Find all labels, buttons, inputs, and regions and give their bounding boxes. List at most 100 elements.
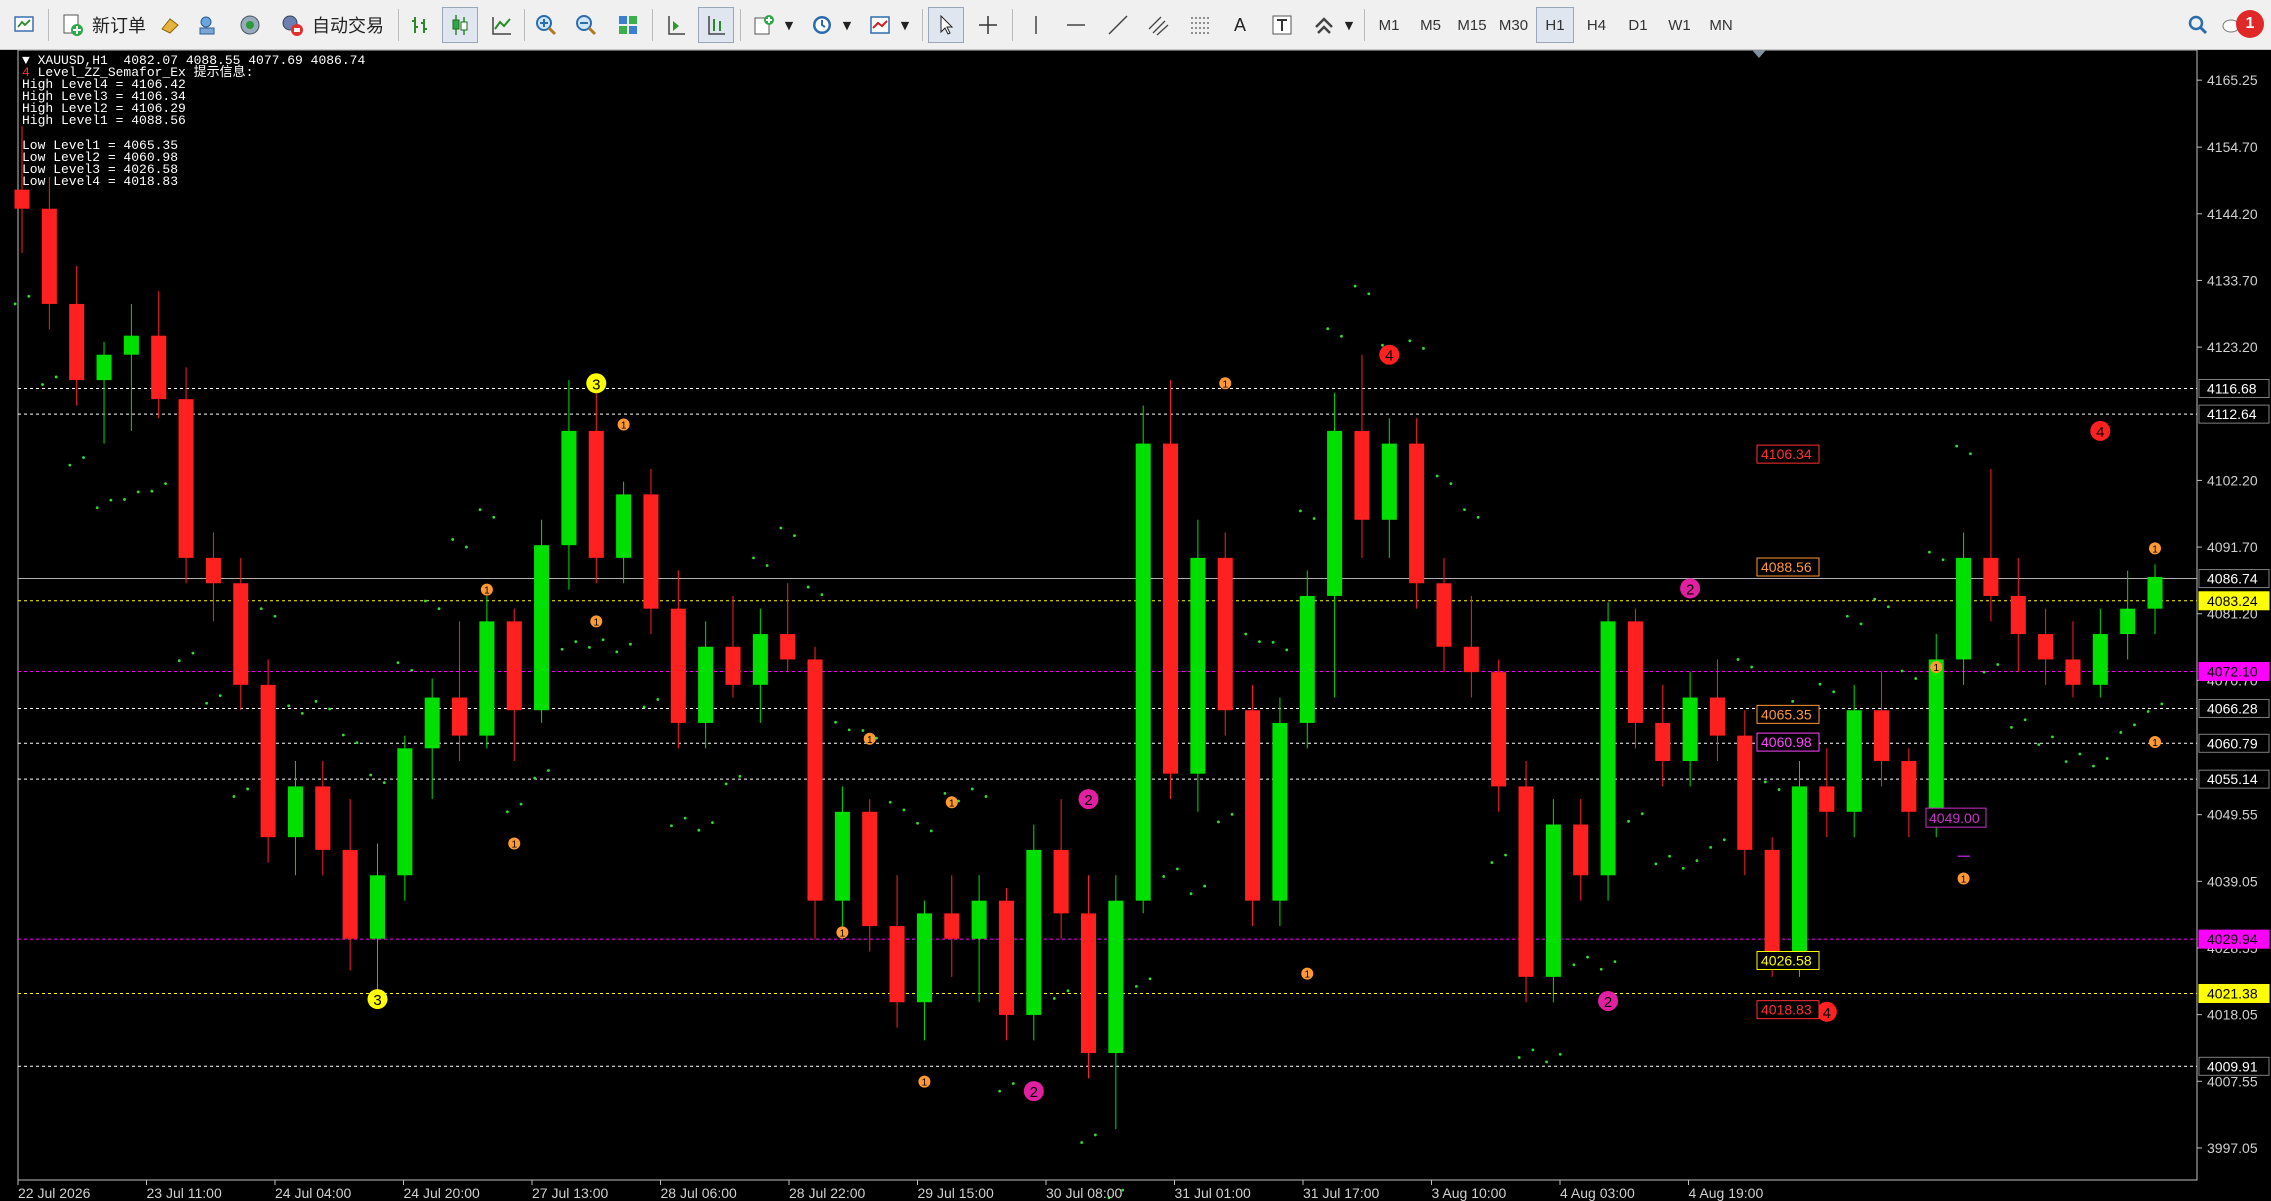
price-axis-label: 4018.05 [2207, 1007, 2258, 1023]
candle-body [342, 849, 358, 939]
candle-body [2120, 608, 2136, 635]
sar-dot [1709, 845, 1713, 849]
price-axis-label: 4165.25 [2207, 72, 2258, 88]
candle-body [123, 335, 139, 355]
text-label-icon[interactable] [1264, 7, 1300, 43]
zoom-in-icon[interactable] [528, 7, 564, 43]
sar-dot [1476, 515, 1480, 519]
period-m5-button[interactable]: M5 [1412, 7, 1450, 43]
period-w1-button[interactable]: W1 [1661, 7, 1699, 43]
period-m30-button[interactable]: M30 [1495, 7, 1533, 43]
sar-dot [68, 463, 72, 467]
period-h4-button[interactable]: H4 [1578, 7, 1616, 43]
semafor-marker-label: 4 [2096, 424, 2104, 441]
sar-dot [2133, 723, 2136, 727]
sar-dot [355, 741, 359, 745]
profiles-icon[interactable] [6, 7, 42, 43]
sar-dot [1927, 550, 1931, 554]
sar-dot [1982, 670, 1986, 674]
sar-dot [2023, 718, 2027, 722]
sar-dot [601, 638, 605, 642]
horizontal-line-icon[interactable] [1058, 7, 1094, 43]
candle-body [178, 399, 194, 558]
price-axis-label: 4133.70 [2207, 272, 2258, 288]
sar-dot [492, 515, 496, 519]
line-chart-icon[interactable] [484, 7, 520, 43]
cursor-icon[interactable] [928, 7, 964, 43]
price-axis-level-label: 4060.79 [2207, 735, 2258, 751]
sar-dot [191, 651, 195, 655]
candle-body [944, 913, 960, 939]
notification-badge[interactable]: 1 [2236, 10, 2264, 38]
candle-body [1463, 646, 1479, 673]
candle-body [862, 811, 878, 927]
data-window-icon[interactable] [190, 7, 226, 43]
period-h1-button[interactable]: H1 [1536, 7, 1574, 43]
candle-body [834, 811, 850, 901]
zoom-out-icon[interactable] [568, 7, 604, 43]
semafor-marker-label: 1 [621, 421, 627, 432]
bar-chart-icon[interactable] [402, 7, 438, 43]
search-icon[interactable] [2180, 7, 2216, 43]
candlestick-chart-icon[interactable] [442, 7, 478, 43]
candle-body [1108, 900, 1124, 1054]
tile-windows-icon[interactable] [610, 7, 646, 43]
period-mn-button[interactable]: MN [1702, 7, 1740, 43]
sar-dot [724, 782, 728, 786]
price-axis-level-label: 4029.94 [2207, 931, 2258, 947]
candle-body [1600, 621, 1616, 876]
price-chart[interactable]: 3 3 4 4 4 2 2 2 2 1 1 1 1 1 1 1 1 1 1 1 1 1 1 4106.34 4088.56 406… [0, 50, 2271, 1201]
chart-shift-icon[interactable] [698, 7, 734, 43]
price-axis-level-label: 4066.28 [2207, 700, 2258, 716]
sar-dot [1504, 853, 1507, 857]
period-m15-button[interactable]: M15 [1453, 7, 1491, 43]
time-axis-label: 31 Jul 01:00 [1175, 1185, 1251, 1201]
crosshair-icon[interactable] [970, 7, 1006, 43]
level-tag-label: 4060.98 [1761, 734, 1812, 750]
semafor-marker-label: 3 [592, 376, 600, 393]
sar-dot [711, 821, 714, 824]
candle-body [69, 303, 85, 381]
chart-window[interactable]: 3 3 4 4 4 2 2 2 2 1 1 1 1 1 1 1 1 1 1 1 1 1 1 4106.34 4088.56 406… [0, 50, 2271, 1201]
sar-dot [1216, 820, 1220, 824]
sar-dot [2078, 752, 2082, 756]
vertical-line-icon[interactable] [1018, 7, 1054, 43]
period-d1-button[interactable]: D1 [1619, 7, 1657, 43]
sar-dot [820, 593, 824, 597]
new-order-button[interactable]: 新订单 [88, 7, 150, 43]
candle-body [1053, 849, 1069, 914]
sar-dot [533, 776, 537, 780]
arrows-dropdown-icon[interactable]: ▼ [1342, 7, 1356, 43]
new-order-icon[interactable] [54, 7, 90, 43]
templates-icon[interactable] [862, 7, 898, 43]
candle-body [1682, 697, 1698, 762]
sar-dot [123, 498, 126, 501]
navigator-icon[interactable] [232, 7, 268, 43]
sar-dot [916, 821, 919, 825]
candle-body [424, 697, 440, 749]
sar-dot [1367, 292, 1371, 296]
fibonacci-icon[interactable] [1182, 7, 1218, 43]
market-watch-icon[interactable] [152, 7, 188, 43]
periods-clock-icon[interactable] [804, 7, 840, 43]
equidistant-channel-icon[interactable] [1140, 7, 1176, 43]
auto-scroll-icon[interactable] [658, 7, 694, 43]
arrows-icon[interactable] [1306, 7, 1342, 43]
sar-dot [588, 645, 591, 649]
templates-dropdown-icon[interactable]: ▼ [898, 7, 912, 43]
candle-body [1737, 735, 1753, 850]
text-tool-icon[interactable]: A [1222, 7, 1258, 43]
trendline-icon[interactable] [1100, 7, 1136, 43]
indicators-dropdown-icon[interactable]: ▼ [782, 7, 796, 43]
periods-dropdown-icon[interactable]: ▼ [840, 7, 854, 43]
auto-trading-icon[interactable] [274, 7, 310, 43]
price-axis-level-label: 4055.14 [2207, 771, 2258, 787]
sar-dot [1326, 327, 1330, 331]
period-m1-button[interactable]: M1 [1370, 7, 1408, 43]
sar-dot [1490, 861, 1494, 864]
candle-body [1956, 557, 1972, 660]
auto-trading-button[interactable]: 自动交易 [308, 7, 388, 43]
price-axis-level-label: 4112.64 [2207, 406, 2257, 422]
indicators-icon[interactable] [746, 7, 782, 43]
sar-dot [2119, 731, 2123, 734]
